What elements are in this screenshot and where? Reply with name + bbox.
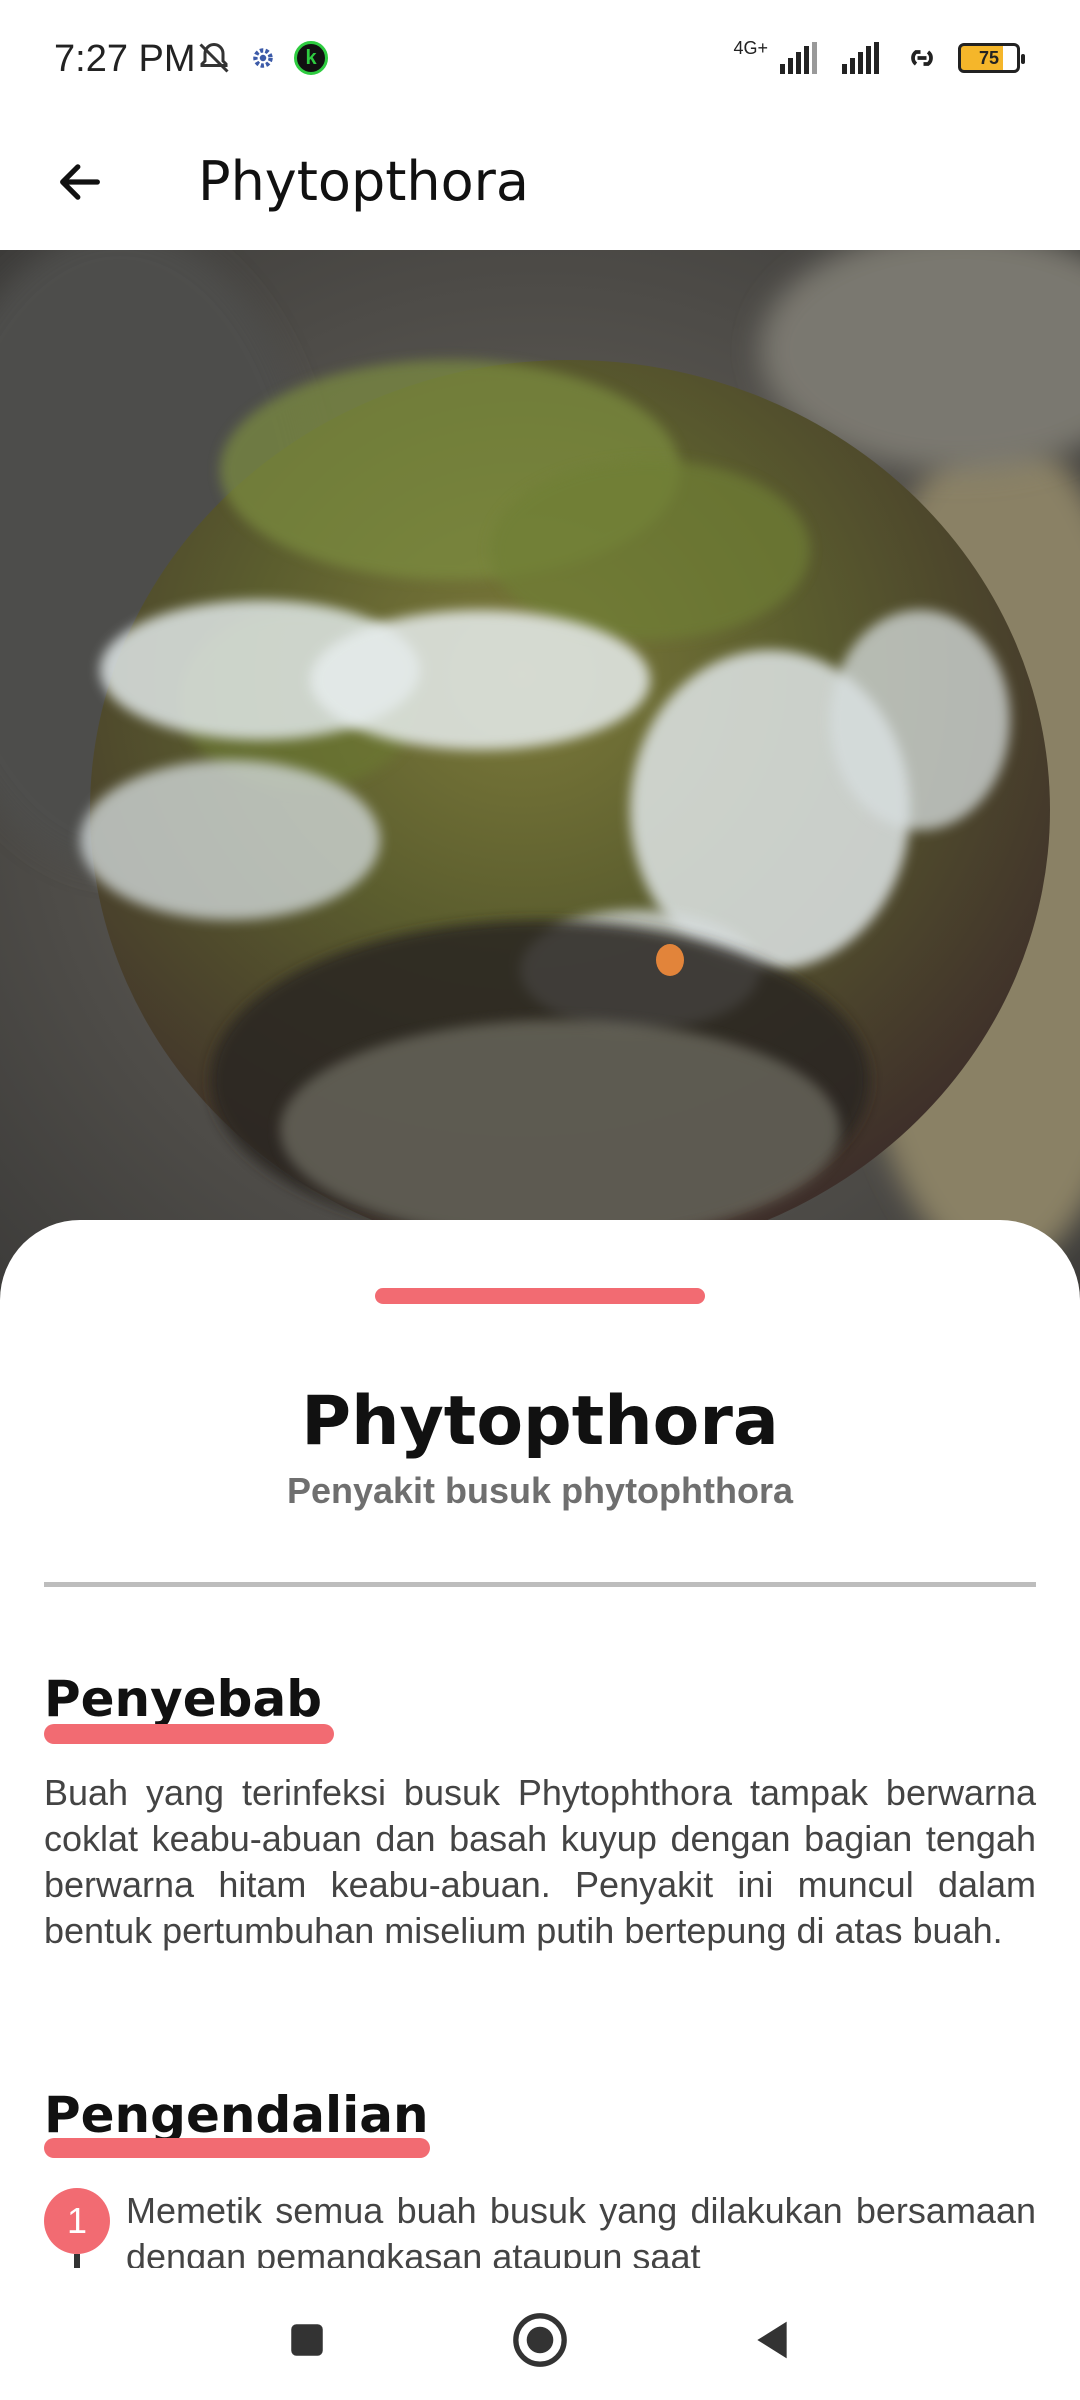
- list-number: 1: [44, 2188, 110, 2254]
- navigation-bar: [0, 2280, 1080, 2400]
- detail-sheet: Phytopthora Penyakit busuk phytophthora …: [0, 1220, 1080, 2280]
- back-icon: [757, 2321, 787, 2359]
- signal-icon-2: [842, 42, 879, 74]
- back-nav-button[interactable]: [742, 2310, 802, 2370]
- network-type: 4G+: [733, 37, 768, 58]
- k-app-icon: k: [294, 41, 328, 75]
- gear-icon: [253, 48, 273, 68]
- section-heading-control: Pengendalian: [44, 2086, 429, 2144]
- status-time: 7:27 PM: [54, 38, 196, 80]
- back-button[interactable]: [40, 142, 120, 222]
- disease-photo: [0, 250, 1080, 1300]
- arrow-left-icon: [60, 164, 100, 200]
- notification-icons: k: [196, 40, 328, 76]
- recents-icon: [291, 2324, 323, 2356]
- signal-icon: [780, 42, 817, 74]
- disease-subtitle: Penyakit busuk phytophthora: [286, 1470, 794, 1511]
- drag-handle[interactable]: [375, 1288, 705, 1304]
- list-text: Memetik semua buah busuk yang dilakukan …: [126, 2190, 1036, 2268]
- status-bar: 7:27 PM k 4G+ 75: [0, 0, 1080, 120]
- battery-icon: 75: [958, 43, 1025, 73]
- home-button[interactable]: [510, 2310, 570, 2370]
- cause-paragraph: Buah yang terinfeksi busuk Phytophthora …: [44, 1772, 1036, 1951]
- disease-title: Phytopthora: [301, 1382, 779, 1461]
- system-status-icons: 4G+ 75: [733, 37, 1025, 76]
- list-item: 1 Memetik semua buah busuk yang dilakuka…: [44, 2188, 1036, 2268]
- page-title: Phytopthora: [198, 150, 529, 213]
- heading-underline: [44, 1724, 334, 1744]
- fruit-image: [0, 250, 1080, 1300]
- home-icon: [513, 2313, 567, 2367]
- recents-button[interactable]: [277, 2310, 337, 2370]
- heading-underline: [44, 2138, 430, 2158]
- app-bar: Phytopthora: [0, 120, 1080, 250]
- list-connector: [74, 2254, 80, 2268]
- section-heading-cause: Penyebab: [44, 1670, 322, 1728]
- bell-off-icon: [199, 42, 229, 73]
- hotspot-link-icon: [911, 50, 933, 66]
- divider: [44, 1582, 1036, 1587]
